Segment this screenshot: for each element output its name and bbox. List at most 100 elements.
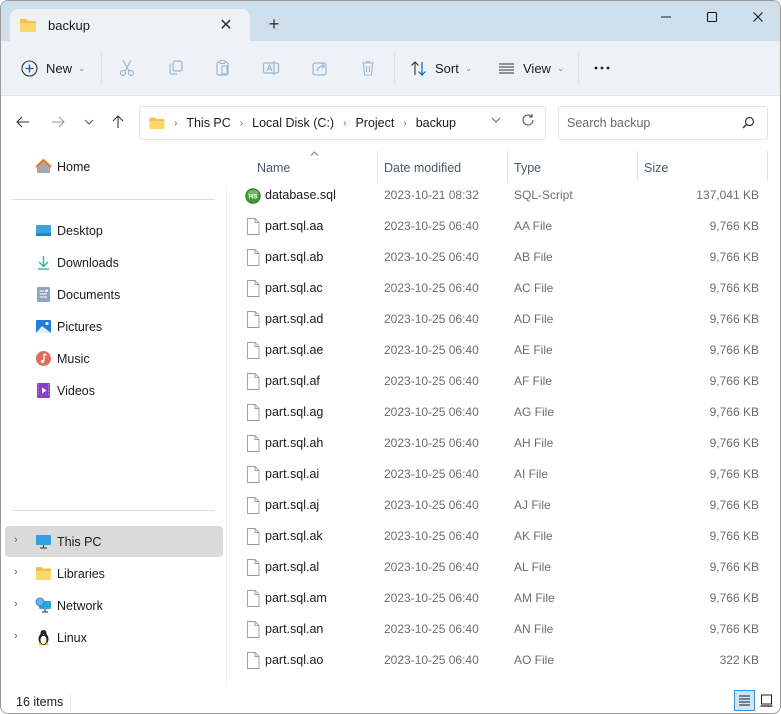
- paste-button[interactable]: [214, 53, 232, 83]
- file-name[interactable]: part.sql.an: [265, 622, 323, 636]
- file-row[interactable]: part.sql.al 2023-10-25 06:40 AL File 9,766 …: [226, 552, 776, 583]
- new-tab-button[interactable]: +: [263, 13, 285, 35]
- file-date-modified: 2023-10-25 06:40: [384, 343, 479, 357]
- forward-button[interactable]: [47, 111, 69, 133]
- view-button[interactable]: View ⌄: [498, 53, 565, 83]
- breadcrumb-backup[interactable]: backup: [416, 116, 456, 130]
- sidebar-item-home[interactable]: Home: [5, 151, 223, 182]
- column-header-name[interactable]: Name: [257, 153, 290, 183]
- file-row[interactable]: part.sql.am 2023-10-25 06:40 AM File 9,766 …: [226, 583, 776, 614]
- expand-chevron-icon[interactable]: ›: [14, 598, 18, 610]
- cut-button[interactable]: [118, 53, 136, 83]
- sidebar-item-desktop[interactable]: Desktop: [5, 215, 223, 246]
- column-divider[interactable]: [507, 151, 508, 181]
- this-pc-icon: [36, 535, 51, 549]
- file-name[interactable]: part.sql.al: [265, 560, 319, 574]
- file-row[interactable]: part.sql.ab 2023-10-25 06:40 AB File 9,766 …: [226, 242, 776, 273]
- file-row[interactable]: HS database.sql 2023-10-21 08:32 SQL-Script…: [226, 180, 776, 211]
- maximize-button[interactable]: [689, 1, 735, 33]
- pane-divider[interactable]: [226, 186, 227, 686]
- file-type: AD File: [514, 312, 554, 326]
- up-button[interactable]: [107, 111, 129, 133]
- file-size: 9,766 KB: [709, 498, 759, 512]
- file-name[interactable]: part.sql.ao: [265, 653, 323, 667]
- column-header-label: Date modified: [384, 161, 462, 175]
- file-name[interactable]: part.sql.ad: [265, 312, 323, 326]
- file-row[interactable]: part.sql.ak 2023-10-25 06:40 AK File 9,766 …: [226, 521, 776, 552]
- sort-button[interactable]: Sort ⌄: [410, 53, 472, 83]
- file-name[interactable]: part.sql.ak: [265, 529, 323, 543]
- file-name[interactable]: part.sql.af: [265, 374, 320, 388]
- file-row[interactable]: part.sql.af 2023-10-25 06:40 AF File 9,766 …: [226, 366, 776, 397]
- column-divider[interactable]: [637, 151, 638, 181]
- breadcrumb-project[interactable]: Project: [355, 116, 394, 130]
- refresh-button[interactable]: [521, 113, 535, 131]
- file-name[interactable]: part.sql.ai: [265, 467, 319, 481]
- file-row[interactable]: part.sql.ao 2023-10-25 06:40 AO File 322 KB: [226, 645, 776, 676]
- file-name[interactable]: part.sql.am: [265, 591, 327, 605]
- close-tab-icon[interactable]: ✕: [216, 15, 236, 35]
- breadcrumb-local-disk[interactable]: Local Disk (C:): [252, 116, 334, 130]
- sidebar-item-libraries[interactable]: › Libraries: [5, 558, 223, 589]
- expand-chevron-icon[interactable]: ›: [14, 630, 18, 642]
- file-type: AO File: [514, 653, 555, 667]
- sidebar-item-linux[interactable]: › Linux: [5, 622, 223, 653]
- search-icon[interactable]: [742, 116, 755, 132]
- file-type: AK File: [514, 529, 553, 543]
- column-header-date-modified[interactable]: Date modified: [384, 153, 461, 183]
- column-divider[interactable]: [767, 151, 768, 181]
- sidebar-item-music[interactable]: Music: [5, 343, 223, 374]
- search-box[interactable]: [558, 106, 768, 140]
- file-row[interactable]: part.sql.ad 2023-10-25 06:40 AD File 9,766 …: [226, 304, 776, 335]
- file-name[interactable]: part.sql.ac: [265, 281, 323, 295]
- sidebar-item-network[interactable]: › Network: [5, 590, 223, 621]
- share-button[interactable]: [311, 53, 329, 83]
- view-label: View: [523, 60, 551, 76]
- file-row[interactable]: part.sql.ae 2023-10-25 06:40 AE File 9,766 …: [226, 335, 776, 366]
- see-more-button[interactable]: [593, 53, 611, 83]
- sidebar-item-documents[interactable]: Documents: [5, 279, 223, 310]
- rename-button[interactable]: [262, 53, 280, 83]
- close-window-button[interactable]: [735, 1, 780, 33]
- copy-icon: [169, 60, 183, 75]
- navigation-pane: Home Desktop Downloads Documents Picture…: [1, 146, 226, 686]
- file-row[interactable]: part.sql.aj 2023-10-25 06:40 AJ File 9,766 …: [226, 490, 776, 521]
- expand-chevron-icon[interactable]: ›: [14, 534, 18, 546]
- file-name[interactable]: part.sql.ag: [265, 405, 323, 419]
- search-input[interactable]: [567, 116, 732, 130]
- new-button[interactable]: New ⌄: [21, 53, 86, 83]
- copy-button[interactable]: [167, 53, 185, 83]
- expand-chevron-icon[interactable]: ›: [14, 566, 18, 578]
- file-name[interactable]: database.sql: [265, 188, 336, 202]
- file-name[interactable]: part.sql.aa: [265, 219, 323, 233]
- file-row[interactable]: part.sql.ac 2023-10-25 06:40 AC File 9,766 …: [226, 273, 776, 304]
- sidebar-item-pictures[interactable]: Pictures: [5, 311, 223, 342]
- back-button[interactable]: [12, 111, 34, 133]
- sidebar-item-this-pc[interactable]: › This PC: [5, 526, 223, 557]
- sidebar-label: Pictures: [57, 319, 103, 334]
- file-name[interactable]: part.sql.ah: [265, 436, 323, 450]
- address-bar[interactable]: › This PC › Local Disk (C:) › Project › …: [139, 106, 546, 140]
- column-divider[interactable]: [377, 151, 378, 181]
- file-row[interactable]: part.sql.ag 2023-10-25 06:40 AG File 9,766 …: [226, 397, 776, 428]
- details-view-button[interactable]: [734, 690, 755, 711]
- file-name[interactable]: part.sql.ab: [265, 250, 323, 264]
- file-row[interactable]: part.sql.an 2023-10-25 06:40 AN File 9,766 …: [226, 614, 776, 645]
- breadcrumb-this-pc[interactable]: This PC: [186, 116, 230, 130]
- delete-button[interactable]: [359, 53, 377, 83]
- tab-backup[interactable]: backup ✕: [10, 9, 250, 41]
- file-name[interactable]: part.sql.aj: [265, 498, 319, 512]
- address-history-dropdown[interactable]: [491, 115, 501, 126]
- file-row[interactable]: part.sql.ah 2023-10-25 06:40 AH File 9,766 …: [226, 428, 776, 459]
- file-name[interactable]: part.sql.ae: [265, 343, 323, 357]
- file-row[interactable]: part.sql.aa 2023-10-25 06:40 AA File 9,766 …: [226, 211, 776, 242]
- sidebar-item-videos[interactable]: Videos: [5, 375, 223, 406]
- large-icons-view-button[interactable]: [756, 690, 777, 711]
- minimize-button[interactable]: [643, 1, 689, 33]
- column-header-type[interactable]: Type: [514, 153, 541, 183]
- file-row[interactable]: part.sql.ai 2023-10-25 06:40 AI File 9,766 …: [226, 459, 776, 490]
- sort-icon: [411, 60, 426, 76]
- recent-locations-button[interactable]: [78, 111, 100, 133]
- column-header-size[interactable]: Size: [644, 153, 668, 183]
- sidebar-item-downloads[interactable]: Downloads: [5, 247, 223, 278]
